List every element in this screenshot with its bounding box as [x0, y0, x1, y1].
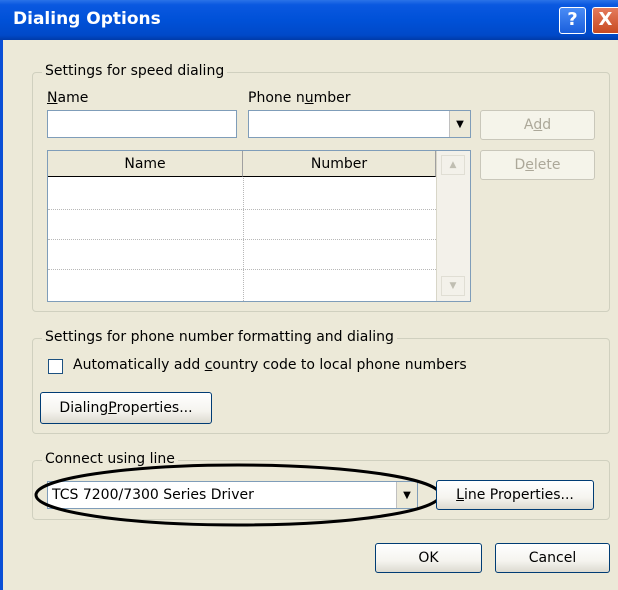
country-code-label: Automatically add country code to local … — [73, 357, 467, 373]
phone-number-dropdown[interactable]: ▼ — [248, 110, 471, 138]
line-properties-button[interactable]: Line Properties... — [436, 480, 594, 510]
window-title: Dialing Options — [13, 9, 161, 29]
table-scrollbar[interactable]: ▲ ▼ — [436, 151, 470, 301]
scroll-up-icon[interactable]: ▲ — [441, 155, 465, 175]
speed-dialing-legend: Settings for speed dialing — [42, 63, 228, 79]
table-row[interactable] — [48, 269, 436, 270]
name-input[interactable] — [47, 110, 237, 138]
speed-dial-table[interactable]: Name Number ▲ ▼ — [47, 150, 471, 302]
dropdown-arrow-icon[interactable]: ▼ — [449, 111, 470, 137]
country-code-checkbox[interactable] — [48, 359, 63, 374]
phone-number-label: Phone number — [248, 90, 351, 106]
column-header-name[interactable]: Name — [48, 151, 243, 177]
name-label: Name — [47, 90, 89, 106]
cancel-button[interactable]: Cancel — [495, 543, 610, 573]
help-button[interactable]: ? — [559, 7, 586, 34]
close-button[interactable]: X — [592, 7, 618, 34]
delete-button[interactable]: De lete — [480, 150, 595, 180]
column-header-number[interactable]: Number — [243, 151, 436, 177]
scroll-down-icon[interactable]: ▼ — [441, 276, 465, 296]
table-row[interactable] — [48, 209, 436, 210]
ok-button[interactable]: OK — [375, 543, 482, 573]
table-row[interactable] — [48, 239, 436, 240]
add-button[interactable]: Add — [480, 110, 595, 140]
dialing-properties-button[interactable]: Dialing Properties... — [40, 392, 212, 424]
highlight-ellipse — [34, 463, 442, 527]
formatting-legend: Settings for phone number formatting and… — [42, 329, 397, 345]
